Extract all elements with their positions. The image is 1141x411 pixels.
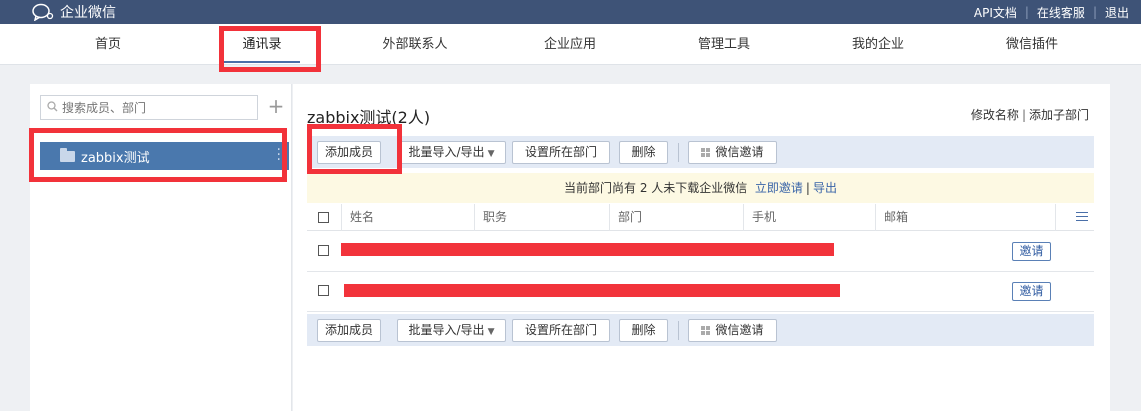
top-links: API文档 | 在线客服 | 退出	[973, 4, 1129, 21]
column-email[interactable]: 邮箱	[875, 204, 908, 231]
row-invite-button[interactable]: 邀请	[1012, 242, 1051, 261]
row-invite-button[interactable]: 邀请	[1012, 282, 1051, 301]
nav-home[interactable]: 首页	[48, 24, 168, 65]
batch-import-export-button-bottom[interactable]: 批量导入/导出 ▼	[397, 319, 506, 342]
online-support-link[interactable]: 在线客服	[1037, 4, 1085, 21]
member-panel: zabbix测试(2人) 修改名称 | 添加子部门 添加成员 批量导入/导出 ▼ 设置…	[293, 84, 1110, 411]
search-input[interactable]	[62, 100, 252, 115]
redacted-row-content	[341, 243, 834, 256]
caret-down-icon: ▼	[487, 149, 495, 159]
app-title: 企业微信	[60, 5, 116, 21]
nav-management-tools[interactable]: 管理工具	[664, 24, 784, 65]
column-phone[interactable]: 手机	[743, 204, 776, 231]
qr-grid-icon	[701, 148, 711, 157]
wechat-invite-button-bottom[interactable]: 微信邀请	[688, 319, 777, 342]
member-toolbar-top: 添加成员 批量导入/导出 ▼ 设置所在部门 删除 微信邀请	[307, 136, 1094, 168]
app-logo[interactable]: 企业微信	[32, 1, 116, 23]
notice-text: 当前部门尚有 2 人未下载企业微信	[564, 181, 748, 195]
download-notice: 当前部门尚有 2 人未下载企业微信 立即邀请 | 导出	[307, 173, 1094, 203]
main-nav: 首页 通讯录 外部联系人 企业应用 管理工具 我的企业 微信插件	[0, 24, 1141, 65]
column-settings-icon[interactable]	[1076, 212, 1088, 222]
highlight-box-add-member	[307, 124, 402, 174]
highlight-box-department	[29, 128, 287, 182]
nav-wechat-plugin[interactable]: 微信插件	[972, 24, 1092, 65]
redacted-row-content	[344, 284, 840, 297]
invite-now-link[interactable]: 立即邀请	[755, 181, 803, 195]
row-checkbox[interactable]	[318, 285, 329, 296]
batch-import-export-button[interactable]: 批量导入/导出 ▼	[397, 141, 506, 164]
column-title[interactable]: 职务	[474, 204, 507, 231]
delete-button-bottom[interactable]: 删除	[619, 319, 668, 342]
nav-apps[interactable]: 企业应用	[510, 24, 630, 65]
wechat-work-logo-icon	[32, 3, 54, 22]
set-department-button-bottom[interactable]: 设置所在部门	[512, 319, 610, 342]
wechat-invite-button[interactable]: 微信邀请	[688, 141, 777, 164]
caret-down-icon: ▼	[487, 327, 495, 337]
top-bar: 企业微信 API文档 | 在线客服 | 退出	[0, 0, 1141, 24]
search-box[interactable]	[40, 95, 258, 120]
logout-link[interactable]: 退出	[1105, 4, 1129, 21]
column-name[interactable]: 姓名	[341, 204, 374, 231]
rename-link[interactable]: 修改名称	[971, 108, 1019, 122]
add-member-button-bottom[interactable]: 添加成员	[317, 319, 381, 342]
api-docs-link[interactable]: API文档	[974, 4, 1017, 21]
column-department[interactable]: 部门	[609, 204, 642, 231]
title-links: 修改名称 | 添加子部门	[970, 108, 1089, 122]
nav-my-enterprise[interactable]: 我的企业	[818, 24, 938, 65]
export-link[interactable]: 导出	[813, 181, 837, 195]
member-toolbar-bottom: 添加成员 批量导入/导出 ▼ 设置所在部门 删除 微信邀请	[307, 314, 1094, 346]
nav-external-contacts[interactable]: 外部联系人	[355, 24, 475, 65]
add-subdept-link[interactable]: 添加子部门	[1029, 108, 1089, 122]
table-row[interactable]: 邀请	[307, 232, 1094, 272]
search-icon	[47, 100, 58, 115]
add-department-plus-icon[interactable]: +	[266, 96, 286, 118]
delete-button[interactable]: 删除	[619, 141, 668, 164]
highlight-box-contacts-tab	[219, 26, 321, 72]
member-table-header: 姓名 职务 部门 手机 邮箱	[307, 204, 1094, 231]
select-all-checkbox[interactable]	[318, 212, 329, 223]
row-checkbox[interactable]	[318, 245, 329, 256]
qr-grid-icon	[701, 326, 711, 335]
table-row[interactable]: 邀请	[307, 272, 1094, 312]
set-department-button[interactable]: 设置所在部门	[512, 141, 610, 164]
